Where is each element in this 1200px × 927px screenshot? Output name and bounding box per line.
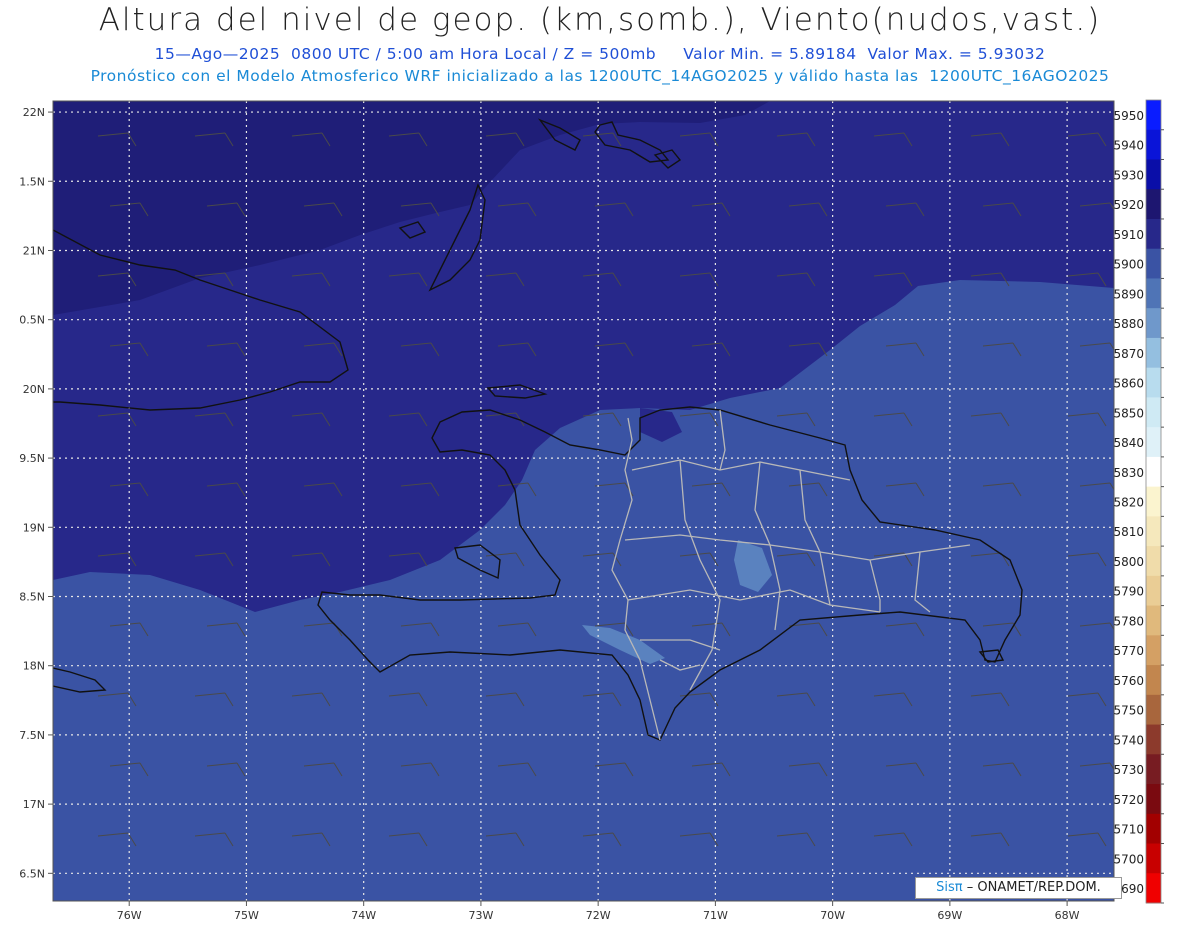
colorbar-swatch	[1146, 456, 1161, 488]
lat-tick-label: 8.5N	[19, 591, 45, 604]
wind-barb	[1080, 903, 1118, 916]
colorbar-label: 5750	[1113, 704, 1144, 718]
colorbar-label: 5740	[1113, 733, 1144, 747]
colorbar-swatch	[1146, 754, 1161, 785]
latitude-axis: 22N 1.5N 21N 0.5N 20N 9.5N 19N 8.5N 18N 7.5N 17N 6.…	[19, 106, 53, 880]
lat-tick-label: 1.5N	[19, 175, 45, 188]
lon-tick-label: 74W	[351, 909, 376, 922]
colorbar-swatch	[1146, 724, 1161, 755]
colorbar-label: 5910	[1113, 228, 1144, 242]
colorbar-swatch	[1146, 129, 1161, 160]
colorbar-swatch	[1146, 100, 1161, 131]
lat-tick-label: 9.5N	[19, 452, 45, 465]
map-plot-area	[53, 101, 1118, 916]
colorbar-label: 5850	[1113, 406, 1144, 420]
colorbar-swatch	[1146, 248, 1161, 279]
lon-tick-label: 75W	[234, 909, 259, 922]
lat-tick-label: 21N	[23, 244, 45, 257]
lat-tick-label: 7.5N	[19, 729, 45, 742]
colorbar-label: 5830	[1113, 466, 1144, 480]
colorbar-label: 5800	[1113, 555, 1144, 569]
colorbar-swatch	[1146, 784, 1161, 815]
longitude-axis: 76W 75W 74W 73W 72W 71W 70W 69W 68W	[117, 901, 1080, 922]
colorbar: 5950 5940 5930 5920 5910 5900 5890 5880 5870 5860…	[1113, 99, 1164, 904]
colorbar-swatch	[1146, 843, 1161, 874]
lon-tick-label: 72W	[586, 909, 611, 922]
colorbar-label: 5890	[1113, 287, 1144, 301]
colorbar-label: 5730	[1113, 763, 1144, 777]
lat-tick-label: 6.5N	[19, 867, 45, 880]
colorbar-swatch	[1146, 575, 1161, 607]
colorbar-label: 5700	[1113, 852, 1144, 866]
lat-tick-label: 18N	[23, 660, 45, 673]
wind-barb	[886, 903, 924, 916]
colorbar-swatch	[1146, 189, 1161, 220]
wind-barb	[498, 903, 536, 916]
colorbar-label: 5860	[1113, 377, 1144, 391]
wind-barb	[983, 903, 1021, 916]
colorbar-swatch	[1146, 308, 1161, 339]
lon-tick-label: 71W	[703, 909, 728, 922]
colorbar-label: 5880	[1113, 317, 1144, 331]
colorbar-swatch	[1146, 427, 1161, 458]
colorbar-label: 5710	[1113, 823, 1144, 837]
colorbar-swatch	[1146, 813, 1161, 845]
colorbar-label: 5950	[1113, 109, 1144, 123]
colorbar-label: 5920	[1113, 198, 1144, 212]
lat-tick-label: 19N	[23, 521, 45, 534]
sispi-logo: Sisπ	[936, 880, 963, 895]
colorbar-swatch	[1146, 278, 1161, 309]
lat-tick-label: 0.5N	[19, 314, 45, 327]
credit-box: Sisπ – ONAMET/REP.DOM.	[915, 877, 1122, 899]
colorbar-label: 5820	[1113, 496, 1144, 510]
colorbar-label: 5840	[1113, 436, 1144, 450]
colorbar-label: 5940	[1113, 139, 1144, 153]
colorbar-swatch	[1146, 486, 1161, 517]
lon-tick-label: 69W	[937, 909, 962, 922]
geopotential-map: 76W 75W 74W 73W 72W 71W 70W 69W 68W 22N 1.5N 21N 0.…	[19, 99, 1164, 922]
colorbar-label: 5760	[1113, 674, 1144, 688]
colorbar-label: 5720	[1113, 793, 1144, 807]
colorbar-swatch	[1146, 873, 1161, 904]
lon-tick-label: 70W	[820, 909, 845, 922]
colorbar-label: 5900	[1113, 258, 1144, 272]
colorbar-swatch	[1146, 159, 1161, 190]
wind-barb	[304, 903, 342, 916]
wind-barb	[401, 903, 439, 916]
cuba-west-end	[53, 209, 54, 222]
lat-tick-label: 20N	[23, 383, 45, 396]
lon-tick-label: 73W	[468, 909, 493, 922]
colorbar-swatch	[1146, 397, 1161, 428]
colorbar-swatch	[1146, 337, 1161, 369]
colorbar-label: 5930	[1113, 168, 1144, 182]
lon-tick-label: 76W	[117, 909, 142, 922]
colorbar-label: 5770	[1113, 644, 1144, 658]
colorbar-swatch	[1146, 694, 1161, 726]
colorbar-label: 5870	[1113, 347, 1144, 361]
colorbar-swatch	[1146, 367, 1161, 398]
colorbar-label: 5810	[1113, 525, 1144, 539]
lon-tick-label: 68W	[1055, 909, 1080, 922]
colorbar-swatch	[1146, 516, 1161, 547]
colorbar-swatch	[1146, 635, 1161, 666]
colorbar-swatch	[1146, 665, 1161, 696]
lat-tick-label: 22N	[23, 106, 45, 119]
lat-tick-label: 17N	[23, 798, 45, 811]
colorbar-swatch	[1146, 546, 1161, 577]
credit-text: – ONAMET/REP.DOM.	[966, 880, 1101, 895]
colorbar-label: 5780	[1113, 614, 1144, 628]
colorbar-label: 5790	[1113, 585, 1144, 599]
colorbar-swatch	[1146, 218, 1161, 250]
colorbar-swatch	[1146, 605, 1161, 636]
